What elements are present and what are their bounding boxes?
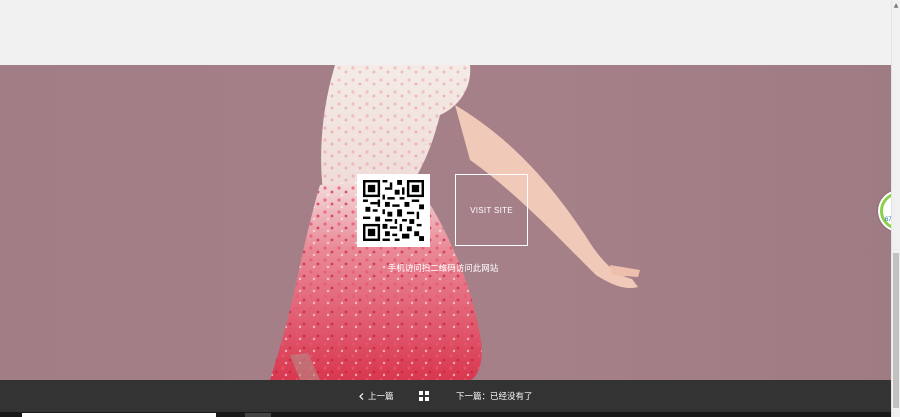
- grid-menu-icon[interactable]: [419, 391, 429, 401]
- taskbar-item[interactable]: [22, 413, 216, 417]
- qr-caption: 手机访问扫二维码访问此网站: [387, 264, 499, 274]
- taskbar-strip: [0, 412, 891, 417]
- visit-site-button[interactable]: VISIT SITE: [455, 174, 528, 246]
- qr-code: [357, 174, 430, 247]
- scrollbar-thumb[interactable]: [893, 253, 899, 408]
- chevron-left-icon: [359, 392, 364, 400]
- previous-post-link[interactable]: 上一篇: [359, 390, 394, 402]
- next-post-label: 下一篇：已经没有了: [456, 392, 533, 402]
- hero-banner: VISIT SITE 手机访问扫二维码访问此网站: [0, 65, 891, 380]
- vertical-scrollbar[interactable]: ▲: [891, 0, 900, 417]
- qr-code-icon: [363, 180, 424, 241]
- page-header-area: [0, 0, 891, 65]
- previous-post-label: 上一篇: [368, 392, 394, 402]
- scroll-up-arrow-icon[interactable]: ▲: [893, 2, 899, 10]
- post-navigation-bar: 上一篇 下一篇：已经没有了: [0, 380, 891, 412]
- browser-viewport: VISIT SITE 手机访问扫二维码访问此网站 上一篇 下一篇：已经没有了: [0, 0, 891, 417]
- hero-photo-dancer: [270, 65, 640, 380]
- taskbar-item[interactable]: [245, 413, 271, 417]
